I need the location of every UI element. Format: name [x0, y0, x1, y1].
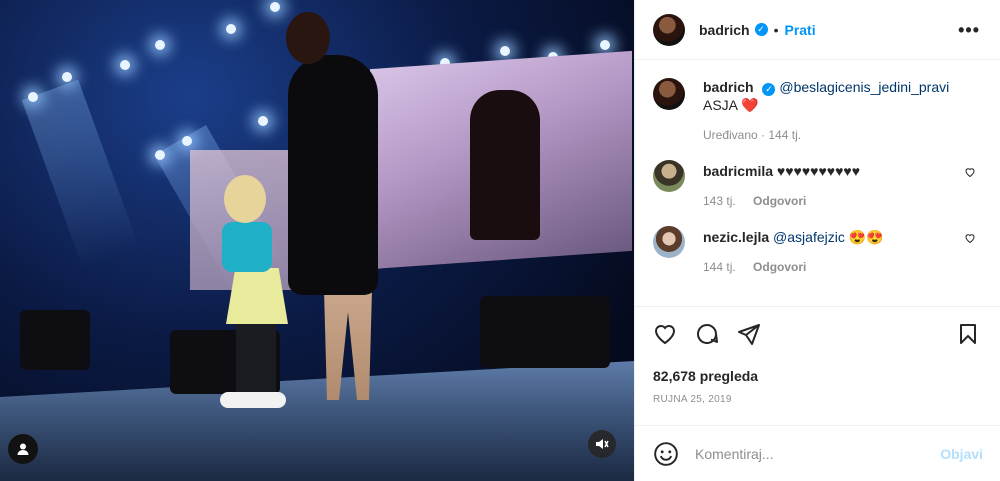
- stage-light: [600, 40, 610, 50]
- more-options-icon[interactable]: •••: [958, 20, 980, 41]
- caption-author[interactable]: badrich: [703, 79, 754, 95]
- stage-floor: [0, 361, 634, 481]
- comment-text: 😍😍: [848, 229, 884, 245]
- caption-text: ASJA: [703, 97, 738, 113]
- post-comment-button[interactable]: Objavi: [940, 446, 983, 462]
- post-date[interactable]: RUJNA 25, 2019: [635, 394, 1000, 405]
- avatar[interactable]: [653, 13, 685, 46]
- child-legs: [236, 322, 276, 402]
- stage-light: [155, 150, 165, 160]
- verified-badge-icon: ✓: [754, 23, 768, 36]
- stage-speaker: [20, 310, 90, 370]
- comment-composer: Objavi: [635, 425, 1000, 481]
- stage-light: [62, 72, 72, 82]
- avatar[interactable]: [653, 160, 685, 192]
- comment-bubble-icon[interactable]: [695, 322, 719, 346]
- comment-username[interactable]: badricmila: [703, 163, 773, 179]
- child-shoes: [220, 392, 286, 408]
- caption-meta: Uređivano · 144 tj.: [703, 128, 982, 142]
- comment-age[interactable]: 143 tj.: [703, 194, 736, 208]
- caption-mention[interactable]: @beslagicenis_jedini_pravi: [779, 79, 949, 95]
- view-count[interactable]: 82,678 pregleda: [635, 368, 1000, 384]
- like-comment-icon[interactable]: [964, 232, 976, 244]
- follow-button[interactable]: Prati: [784, 22, 815, 38]
- heart-outline-icon[interactable]: [653, 322, 677, 346]
- comment-item: nezic.lejla @asjafejzic 😍😍 144 tj. Odgov…: [653, 226, 982, 274]
- author-username[interactable]: badrich: [699, 22, 750, 38]
- stage-light: [120, 60, 130, 70]
- child-skirt: [226, 268, 288, 324]
- user-tag-icon[interactable]: [8, 434, 38, 464]
- smiley-icon[interactable]: [653, 441, 679, 467]
- meta-separator: ·: [757, 128, 769, 142]
- comment-input[interactable]: [695, 445, 941, 462]
- reply-button[interactable]: Odgovori: [753, 194, 806, 208]
- comment-item: badricmila ♥♥♥♥♥♥♥♥♥♥ 143 tj. Odgovori: [653, 160, 982, 208]
- post-header: badrich ✓ • Prati •••: [635, 0, 1000, 60]
- avatar[interactable]: [653, 226, 685, 258]
- header-separator: •: [773, 21, 779, 38]
- post-video[interactable]: [0, 0, 634, 481]
- stage-light: [258, 116, 268, 126]
- post-side-panel: badrich ✓ • Prati ••• badrich ✓ @beslagi…: [634, 0, 1000, 481]
- heart-emoji: ❤️: [741, 97, 759, 113]
- stage-light: [270, 2, 280, 12]
- child-head: [224, 175, 266, 223]
- comment-age[interactable]: 144 tj.: [703, 260, 736, 274]
- performer-head: [286, 12, 330, 64]
- comment-text: ♥♥♥♥♥♥♥♥♥♥: [776, 163, 861, 179]
- edited-label: Uređivano: [703, 128, 758, 142]
- stage-light: [182, 136, 192, 146]
- bookmark-icon[interactable]: [956, 322, 980, 346]
- like-comment-icon[interactable]: [964, 166, 976, 178]
- caption-age[interactable]: 144 tj.: [768, 128, 801, 142]
- stage-light: [155, 40, 165, 50]
- comment-username[interactable]: nezic.lejla: [703, 229, 769, 245]
- stage-speaker: [480, 296, 610, 368]
- stage-light-beam: [21, 79, 140, 270]
- comment-mention[interactable]: @asjafejzic: [773, 229, 845, 245]
- caption: badrich ✓ @beslagicenis_jedini_pravi ASJ…: [653, 78, 982, 142]
- speaker-muted-icon[interactable]: [588, 430, 616, 458]
- screen-performer: [470, 90, 540, 240]
- paper-plane-icon[interactable]: [737, 322, 761, 346]
- comments-list[interactable]: badrich ✓ @beslagicenis_jedini_pravi ASJ…: [635, 60, 1000, 306]
- verified-badge-icon: ✓: [762, 82, 776, 96]
- performer: [288, 55, 378, 295]
- stage-light: [500, 46, 510, 56]
- stage-light: [28, 92, 38, 102]
- reply-button[interactable]: Odgovori: [753, 260, 806, 274]
- child-shirt: [222, 222, 272, 272]
- stage-light: [226, 24, 236, 34]
- avatar[interactable]: [653, 78, 685, 110]
- post-actions: [635, 306, 1000, 360]
